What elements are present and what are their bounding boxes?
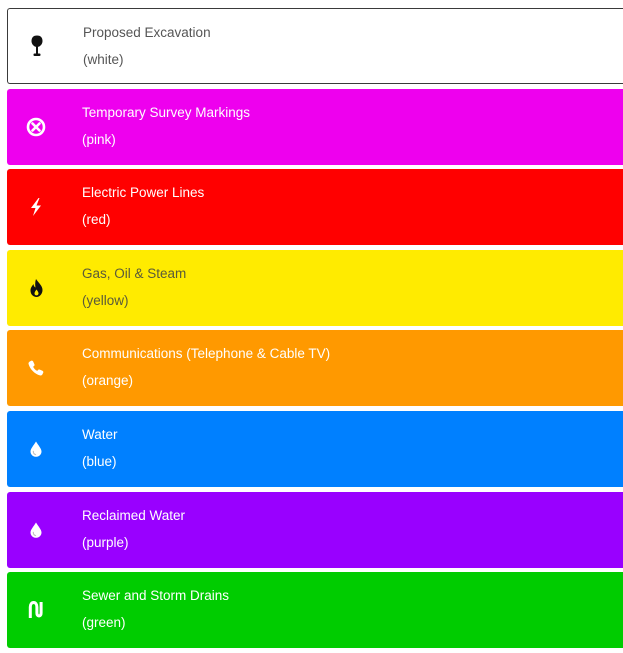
legend-item-title: Reclaimed Water <box>82 507 186 523</box>
legend-item-orange: Communications (Telephone & Cable TV) (or… <box>7 330 623 407</box>
legend-item-color-label: (pink) <box>82 131 116 147</box>
legend-item-title: Electric Power Lines <box>82 185 205 201</box>
legend-item-color-label: (yellow) <box>82 292 129 308</box>
water-drop-icon <box>25 411 47 487</box>
legend-item-title: Temporary Survey Markings <box>82 104 251 120</box>
lightning-bolt-icon <box>25 169 47 245</box>
legend-item-color-label: (white) <box>83 52 124 67</box>
legend-item-title: Communications (Telephone & Cable TV) <box>82 346 331 362</box>
legend-item-yellow: Gas, Oil & Steam (yellow) <box>7 249 623 326</box>
legend-item-green: Sewer and Storm Drains (green) <box>7 572 623 649</box>
legend-item-white: Proposed Excavation (white) <box>7 8 623 84</box>
sewer-pipe-icon <box>25 572 47 648</box>
water-drop-icon <box>25 492 47 568</box>
legend-item-title: Water <box>82 426 118 442</box>
legend-item-blue: Water (blue) <box>7 410 623 487</box>
flame-icon <box>25 250 47 326</box>
legend-item-color-label: (green) <box>82 615 126 631</box>
circle-x-icon <box>25 89 47 165</box>
legend-item-pink: Temporary Survey Markings (pink) <box>7 88 623 165</box>
legend-item-title: Sewer and Storm Drains <box>82 588 230 604</box>
legend-item-color-label: (blue) <box>82 453 117 469</box>
utility-color-legend: Proposed Excavation (white) Temporary Surv… <box>7 8 623 653</box>
legend-item-title: Gas, Oil & Steam <box>82 265 187 281</box>
legend-item-red: Electric Power Lines (red) <box>7 169 623 246</box>
legend-item-color-label: (red) <box>82 212 111 228</box>
phone-icon <box>25 330 47 406</box>
legend-item-color-label: (orange) <box>82 373 134 389</box>
legend-item-title: Proposed Excavation <box>83 25 211 40</box>
legend-item-purple: Reclaimed Water (purple) <box>7 491 623 568</box>
legend-item-color-label: (purple) <box>82 534 129 550</box>
shovel-icon <box>26 9 48 83</box>
